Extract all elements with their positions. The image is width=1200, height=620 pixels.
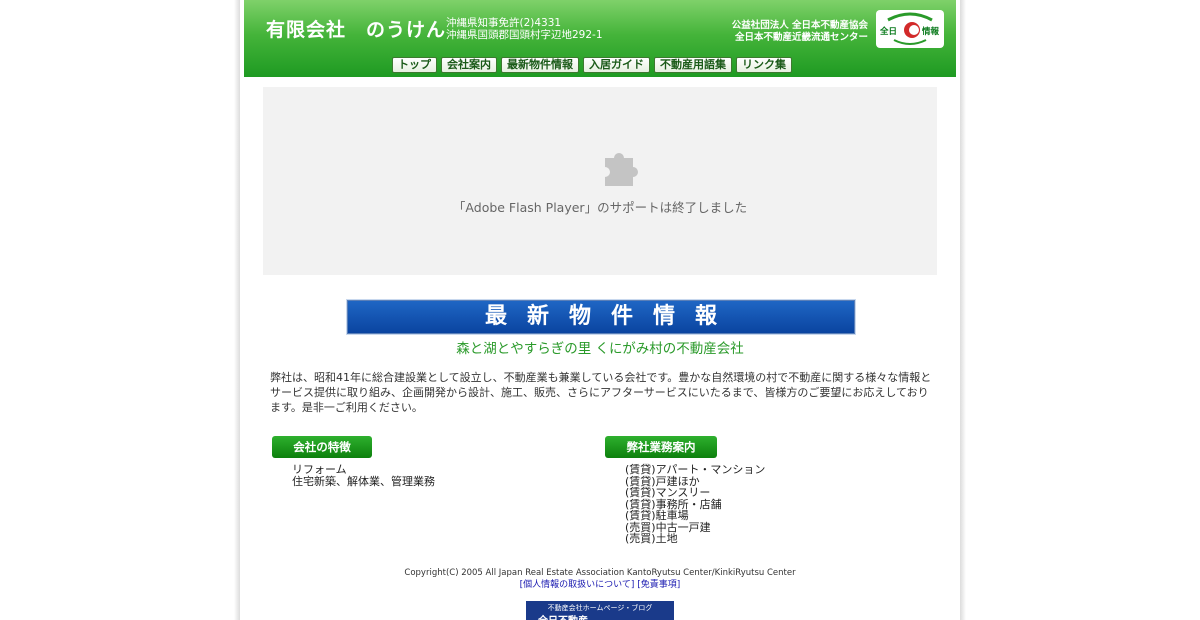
- footer-promo-banner[interactable]: 不動産会社ホームページ・ブログ 全日不動産: [526, 601, 674, 620]
- main-nav: トップ 会社案内 最新物件情報 入居ガイド 不動産用語集 リンク集: [392, 57, 792, 73]
- list-item: (賃貸)マンスリー: [625, 486, 711, 499]
- company-address: 沖縄県国頭郡国頭村字辺地292-1: [446, 29, 603, 41]
- flash-unsupported-message: 「Adobe Flash Player」のサポートは終了しました: [452, 200, 748, 215]
- association-logo[interactable]: 全日 情報: [876, 10, 944, 48]
- features-list: リフォーム 住宅新築、解体業、管理業務: [292, 464, 435, 487]
- association-center: 全日本不動産近畿流通センター: [734, 32, 868, 43]
- company-name: 有限会社 のうけん: [266, 19, 447, 41]
- promo-banner-title: 全日不動産: [538, 612, 588, 620]
- banner-title: 最新物件情報: [484, 304, 737, 329]
- footer-links: [個人情報の取扱いについて] [免責事項]: [240, 577, 960, 590]
- features-heading: 会社の特徴: [272, 436, 372, 458]
- list-item: (賃貸)駐車場: [625, 509, 689, 522]
- nav-top[interactable]: トップ: [392, 57, 437, 73]
- license-number: 沖縄県知事免許(2)4331: [446, 17, 562, 29]
- nav-links[interactable]: リンク集: [736, 57, 792, 73]
- nav-latest-properties[interactable]: 最新物件情報: [501, 57, 579, 73]
- company-intro: 弊社は、昭和41年に総合建設業として設立し、不動産業も兼業している会社です。豊か…: [270, 371, 932, 414]
- nav-move-in-guide[interactable]: 入居ガイド: [583, 57, 650, 73]
- flash-placeholder: 「Adobe Flash Player」のサポートは終了しました: [263, 87, 937, 275]
- association-info: 公益社団法人 全日本不動産協会 全日本不動産近畿流通センター: [732, 20, 868, 44]
- list-item: (賃貸)アパート・マンション: [625, 463, 766, 476]
- license-info: 沖縄県知事免許(2)4331 沖縄県国頭郡国頭村字辺地292-1: [446, 17, 603, 41]
- disclaimer-link[interactable]: [免責事項]: [637, 580, 680, 590]
- services-heading: 弊社業務案内: [605, 436, 717, 458]
- puzzle-icon: [605, 152, 638, 186]
- list-item: 住宅新築、解体業、管理業務: [292, 474, 435, 488]
- nav-glossary[interactable]: 不動産用語集: [654, 57, 732, 73]
- page-container: 有限会社 のうけん 沖縄県知事免許(2)4331 沖縄県国頭郡国頭村字辺地292…: [240, 0, 960, 620]
- logo-text-left: 全日: [880, 27, 898, 37]
- list-item: リフォーム: [292, 463, 347, 476]
- logo-text-right: 情報: [921, 27, 939, 37]
- tagline: 森と湖とやすらぎの里 くにがみ村の不動産会社: [456, 341, 744, 357]
- services-list: (賃貸)アパート・マンション (賃貸)戸建ほか (賃貸)マンスリー (賃貸)事務…: [625, 464, 765, 545]
- association-name: 公益社団法人 全日本不動産協会: [731, 20, 868, 31]
- nav-company[interactable]: 会社案内: [441, 57, 497, 73]
- list-item: (売買)土地: [625, 532, 678, 545]
- privacy-link[interactable]: [個人情報の取扱いについて]: [520, 580, 635, 590]
- latest-properties-banner[interactable]: 最新物件情報: [347, 300, 855, 334]
- page-shadow-right: [960, 0, 966, 620]
